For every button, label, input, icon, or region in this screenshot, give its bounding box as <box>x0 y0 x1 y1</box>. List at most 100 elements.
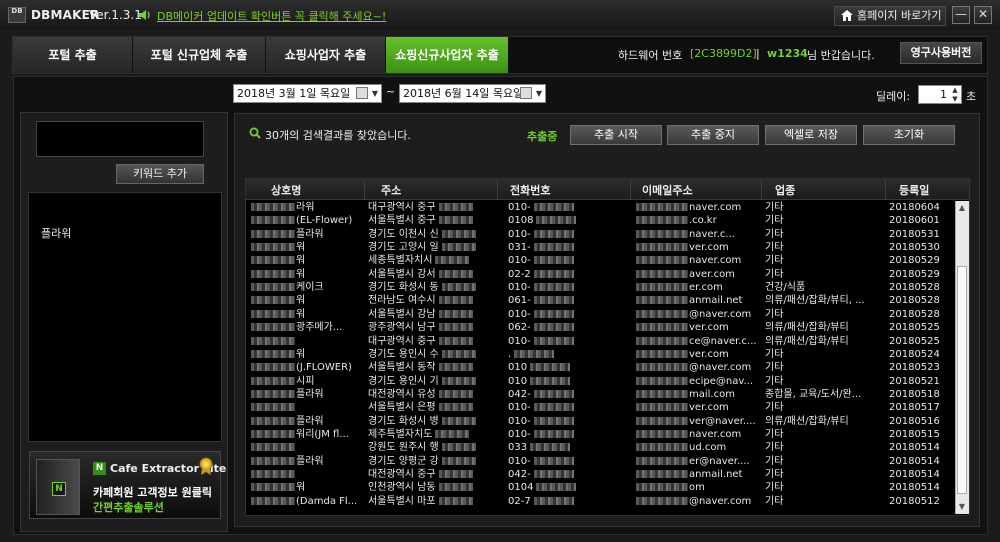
table-row[interactable]: 플라워 경기도 양평군 강 010- er@naver.... 기타 20180514 <box>246 455 952 468</box>
reset-button[interactable]: 초기화 <box>863 125 955 145</box>
chevron-down-icon[interactable]: ▼ <box>369 85 381 102</box>
column-header-name[interactable]: 상호명 <box>271 182 301 198</box>
tab-shopping-new-business[interactable]: 쇼핑신규사업자 추출 <box>386 37 509 73</box>
table-cell-name: 플라워 <box>251 388 361 401</box>
cell-text: 경기도 용인시 수 <box>368 348 439 360</box>
cell-text: mail.com <box>689 388 735 400</box>
scroll-down-icon[interactable]: ▼ <box>955 500 969 514</box>
cell-text: 010- <box>508 255 531 267</box>
table-row[interactable]: 라워 대구광역시 중구 010- naver.com 기타 20180604 <box>246 201 952 214</box>
cell-text: 서울특별시 마포 <box>368 495 436 507</box>
spin-down-icon[interactable]: ▼ <box>949 95 961 103</box>
table-row[interactable]: 대구광역시 중구 010- ce@naver.c... 의류/패션/잡화/뷰티 2018… <box>246 335 952 348</box>
table-row[interactable]: (J.FLOWER) 서울특별시 동작 010 @naver.com 기타 2018052… <box>246 361 952 374</box>
table-row[interactable]: (Damda Fl... 서울특별시 마포 02-7 @naver.com 기타 2018… <box>246 495 952 508</box>
cell-text: er.com <box>689 282 723 294</box>
cell-text: 광주메가... <box>296 322 343 334</box>
cell-text: ver.com <box>689 402 729 414</box>
tab-portal-new-business[interactable]: 포털 신규업체 추출 <box>133 37 266 73</box>
masked-text <box>533 389 574 398</box>
calendar-icon[interactable] <box>520 87 532 99</box>
keyword-input[interactable] <box>36 121 204 157</box>
table-row[interactable]: 워리(JM fl... 제주특별자치도 010- naver.com 기타 2018051… <box>246 428 952 441</box>
save-excel-button[interactable]: 엑셀로 저장 <box>765 125 857 145</box>
table-row[interactable]: 시피 경기도 용인시 기 010 ecipe@nav... 기타 20180521 <box>246 375 952 388</box>
table-cell-date: 20180518 <box>889 388 952 401</box>
cell-text: 건강/식품 <box>765 282 806 294</box>
table-cell-email: .co.kr <box>636 214 762 227</box>
cell-text: ud.com <box>689 442 727 454</box>
cell-text: 라워 <box>296 202 315 213</box>
column-header-address[interactable]: 주소 <box>381 182 401 198</box>
cell-text: 20180530 <box>889 242 940 254</box>
table-cell-name: 광주메가... <box>251 321 361 334</box>
table-row[interactable]: 플라워 대전광역시 유성 042- mail.com 종합몰, 교육/도서/완... 20… <box>246 388 952 401</box>
minimize-button[interactable]: — <box>952 6 970 24</box>
table-row[interactable]: 워 인천광역시 남동 0104 om 기타 20180514 <box>246 481 952 494</box>
keyword-list-item[interactable]: 플라워 <box>41 225 71 241</box>
table-cell-phone: 010- <box>508 415 633 428</box>
table-cell-email: ecipe@nav... <box>636 375 762 388</box>
table-cell-phone: 042- <box>508 468 633 481</box>
table-cell-date: 20180604 <box>889 201 952 214</box>
table-row[interactable]: 플라워 경기도 화성시 병 010- ver@naver.... 의류/패션/잡화/뷰티… <box>246 415 952 428</box>
table-cell-category: 기타 <box>765 241 883 254</box>
table-cell-category: 의류/패션/잡화/뷰티, ... <box>765 294 883 307</box>
table-cell-email: @naver.com <box>636 308 762 321</box>
column-header-date[interactable]: 등록일 <box>899 182 929 198</box>
column-header-phone[interactable]: 전화번호 <box>510 182 550 198</box>
table-cell-category: 기타 <box>765 455 883 468</box>
cell-text: naver.c... <box>689 228 735 240</box>
masked-text <box>251 243 295 252</box>
cell-text: anmail.net <box>689 295 743 307</box>
cell-text: 기타 <box>765 268 784 280</box>
scrollbar-thumb[interactable] <box>957 266 967 494</box>
spin-up-icon[interactable]: ▲ <box>949 86 961 94</box>
table-row[interactable]: 강원도 원주시 행 033 ud.com 기타 20180514 <box>246 441 952 454</box>
table-row[interactable]: (EL-Flower) 서울특별시 중구 0108 .co.kr 기타 20180601 <box>246 214 952 227</box>
masked-text <box>251 416 295 425</box>
table-row[interactable]: 워 경기도 용인시 수. ver.com 기타 20180524 <box>246 348 952 361</box>
table-row[interactable]: 워 세종특별자치시 010- naver.com 기타 20180529 <box>246 254 952 267</box>
table-cell-email: ver.com <box>636 321 762 334</box>
table-row[interactable]: 워 서울특별시 강서 02-2 aver.com 기타 20180529 <box>246 268 952 281</box>
table-cell-phone: 0104 <box>508 481 633 494</box>
column-header-email[interactable]: 이메일주소 <box>642 182 693 198</box>
table-cell-email: er.com <box>636 281 762 294</box>
column-header-category[interactable]: 업종 <box>775 182 795 198</box>
table-cell-category: 의류/패션/잡화/뷰티 <box>765 415 883 428</box>
masked-text <box>533 496 574 505</box>
license-button[interactable]: 영구사용버전 <box>900 42 982 64</box>
table-cell-name: 워 <box>251 241 361 254</box>
table-row[interactable]: 케이크 경기도 화성시 동 010- er.com 건강/식품 20180528 <box>246 281 952 294</box>
cell-text: 케이크 <box>296 282 324 294</box>
table-row[interactable]: 플라워 경기도 이천시 신 010- naver.c... 기타 20180531 <box>246 228 952 241</box>
table-row[interactable]: 워 전라남도 여수시 061- anmail.net 의류/패션/잡화/뷰티, ... 2… <box>246 294 952 307</box>
tab-portal-extract[interactable]: 포털 추출 <box>13 37 133 73</box>
table-cell-date: 20180514 <box>889 468 952 481</box>
calendar-icon[interactable] <box>356 87 368 99</box>
masked-text <box>251 363 295 372</box>
masked-text <box>251 443 295 452</box>
cell-text: 기타 <box>765 362 784 374</box>
start-extract-button[interactable]: 추출 시작 <box>570 125 662 145</box>
table-row[interactable]: 서울특별시 은평 010- ver.com 기타 20180517 <box>246 401 952 414</box>
add-keyword-button[interactable]: 키워드 추가 <box>116 164 204 184</box>
table-row[interactable]: 워 경기도 고양시 일 031- ver.com 기타 20180530 <box>246 241 952 254</box>
cell-text: 02-2 <box>508 268 531 280</box>
table-cell-date: 20180528 <box>889 308 952 321</box>
tab-shopping-business[interactable]: 쇼핑사업자 추출 <box>266 37 386 73</box>
masked-text <box>533 470 574 478</box>
table-cell-name <box>251 401 361 414</box>
masked-text <box>533 429 574 438</box>
stop-extract-button[interactable]: 추출 중지 <box>667 125 759 145</box>
table-cell-name: 시피 <box>251 375 361 388</box>
cell-text: 기타 <box>765 348 784 360</box>
table-row[interactable]: 광주메가... 광주광역시 남구 062- ver.com 의류/패션/잡화/뷰티 201… <box>246 321 952 334</box>
scroll-up-icon[interactable]: ▲ <box>955 201 969 215</box>
table-row[interactable]: 대전광역시 중구 042- anmail.net 기타 20180514 <box>246 468 952 481</box>
table-row[interactable]: 워 서울특별시 강남 010- @naver.com 기타 20180528 <box>246 308 952 321</box>
update-notice-link[interactable]: DB메이커 업데이트 확인버튼 꼭 클릭해 주세요~! <box>157 8 386 24</box>
close-button[interactable]: ✕ <box>974 6 992 24</box>
chevron-down-icon[interactable]: ▼ <box>533 85 545 102</box>
